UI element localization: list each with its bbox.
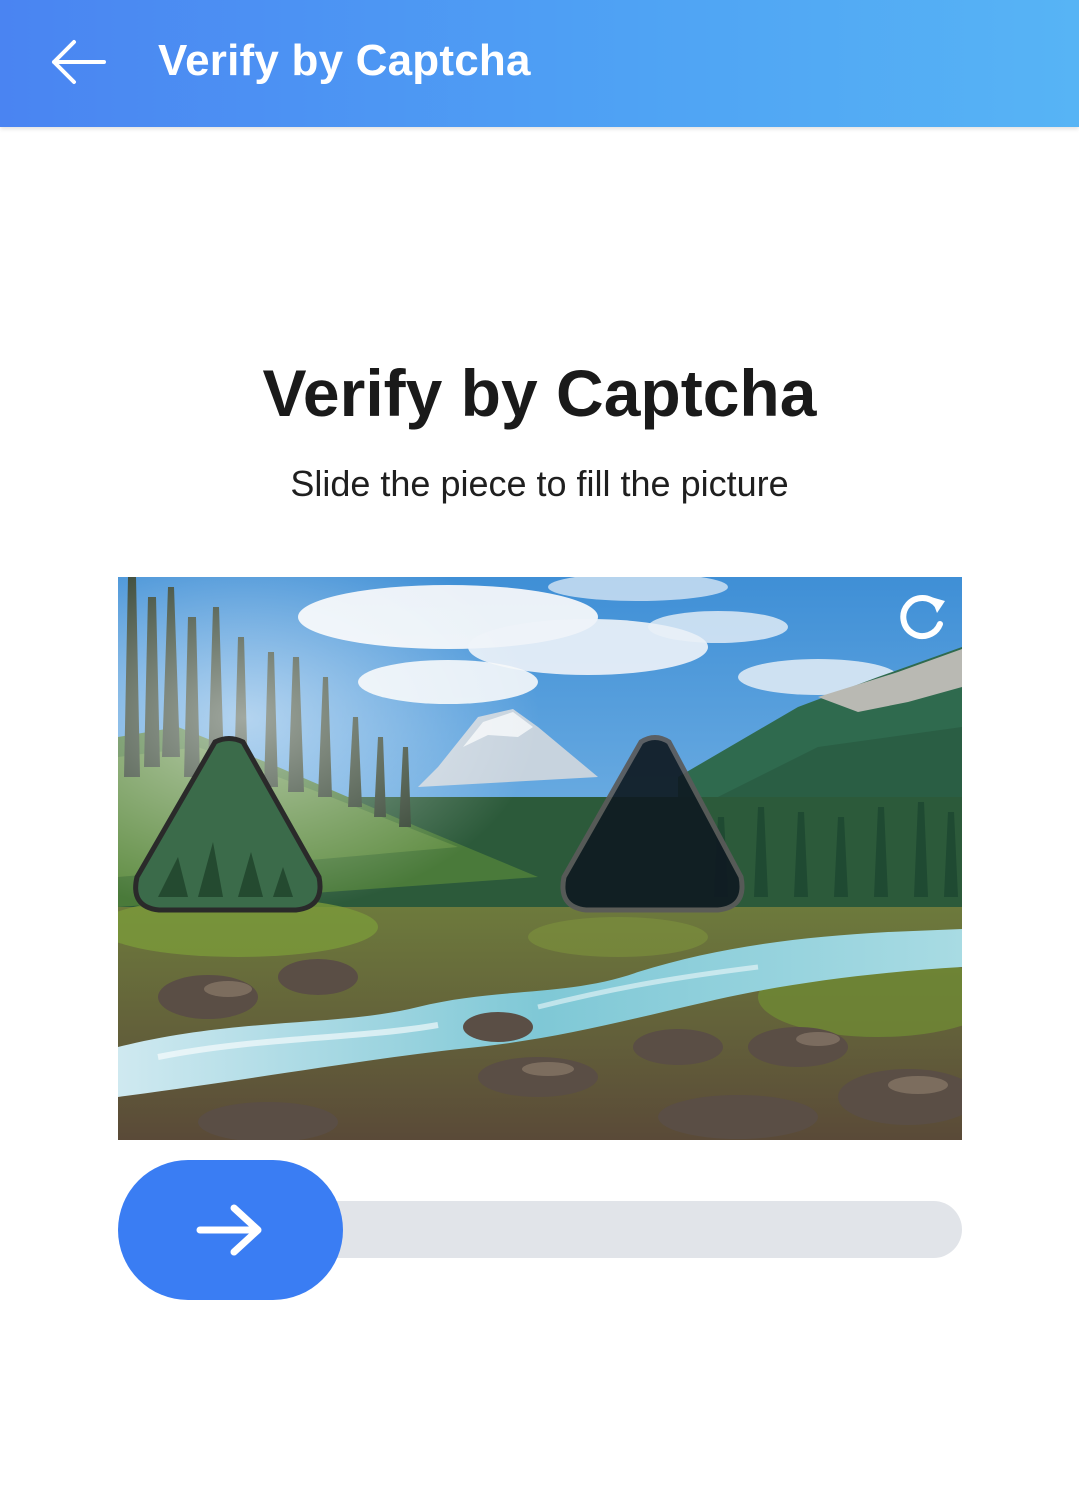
- arrow-left-icon: [52, 40, 106, 84]
- arrow-right-icon: [196, 1204, 261, 1256]
- app-bar-title: Verify by Captcha: [158, 36, 531, 85]
- refresh-button[interactable]: [890, 588, 954, 648]
- slider-handle[interactable]: [118, 1160, 343, 1300]
- captcha-image: [118, 577, 962, 1140]
- page-subtitle: Slide the piece to fill the picture: [290, 463, 789, 504]
- back-button[interactable]: [40, 28, 116, 96]
- page-title: Verify by Captcha: [262, 356, 817, 430]
- slider-track: [300, 1201, 962, 1258]
- app-bar: Verify by Captcha: [0, 0, 1079, 127]
- refresh-icon: [900, 595, 945, 639]
